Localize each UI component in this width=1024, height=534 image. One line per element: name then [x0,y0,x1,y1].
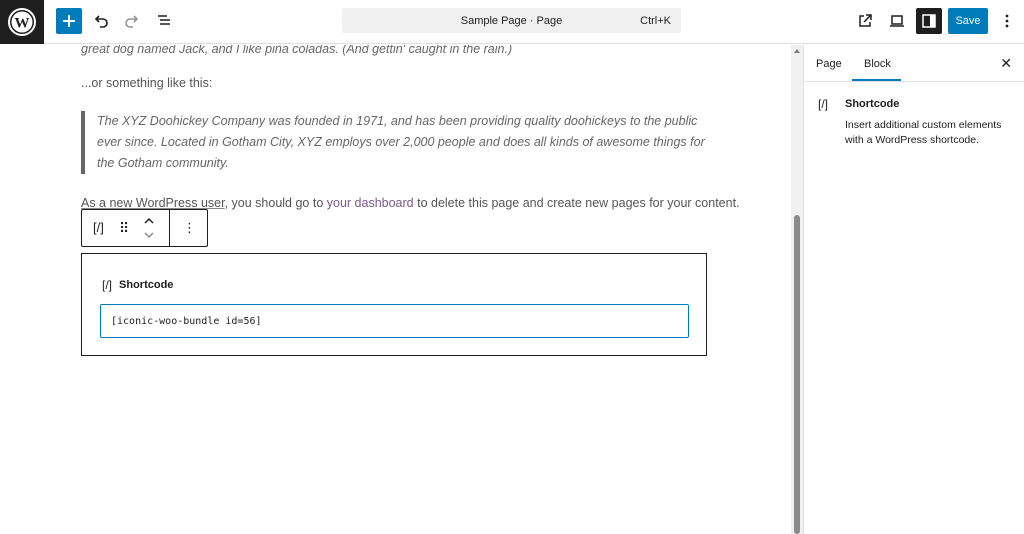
wordpress-logo-icon[interactable]: W [0,0,44,44]
editor-canvas[interactable]: great dog named Jack, and I like piña co… [0,45,791,534]
close-icon[interactable]: ✕ [1000,55,1012,72]
block-options-icon[interactable]: ⋮ [183,220,196,236]
settings-panel-icon [922,14,936,28]
redo-button[interactable] [119,8,145,34]
drag-handle-icon[interactable]: ⠿ [119,220,129,237]
paragraph-suffix: to delete this page and create new pages… [413,196,740,210]
quote-text: The XYZ Doohickey Company was founded in… [97,114,705,170]
canvas-scrollbar[interactable] [791,45,803,534]
block-card-title: Shortcode [845,98,900,110]
shortcode-icon[interactable]: [/] [93,220,104,235]
save-button[interactable]: Save [948,8,988,34]
document-title: Sample Page · Page [460,15,563,27]
shortcode-icon: [/] [102,278,113,292]
block-card-description: Insert additional custom elements with a… [845,119,1002,146]
shortcode-input[interactable] [100,304,689,338]
redo-icon [125,15,139,28]
document-bar[interactable]: Sample Page · Page Ctrl+K [342,8,681,33]
dashboard-link[interactable]: your dashboard [327,196,414,210]
block-toolbar: [/] ⠿ ⋮ [81,209,208,247]
chevron-up-icon[interactable] [142,215,156,227]
paragraph-block-cut[interactable]: great dog named Jack, and I like piña co… [81,45,512,59]
options-button[interactable] [994,8,1020,34]
quote-block[interactable]: The XYZ Doohickey Company was founded in… [81,111,711,174]
sidebar-tabs: Page Block ✕ [804,45,1024,82]
move-buttons [142,215,156,241]
scroll-thumb[interactable] [794,215,800,534]
settings-toggle-button[interactable] [916,8,942,34]
shortcode-icon: [/] [818,97,829,111]
paragraph-prefix: As a new WordPress user [81,196,225,210]
chevron-down-icon[interactable] [142,229,156,241]
shortcode-block[interactable]: [/] Shortcode [81,253,707,356]
more-vertical-icon [1005,14,1009,28]
tab-page[interactable]: Page [816,58,842,70]
view-page-button[interactable] [852,8,878,34]
list-view-icon [158,15,170,25]
tab-block[interactable]: Block [864,58,891,70]
toolbar-divider [169,210,170,246]
undo-button[interactable] [88,8,114,34]
device-preview-icon [890,15,904,27]
plus-icon [63,15,75,27]
svg-text:W: W [15,16,30,32]
list-view-button[interactable] [151,8,177,34]
add-block-button[interactable] [56,8,82,34]
command-shortcut: Ctrl+K [640,15,671,27]
undo-icon [94,15,108,28]
editor-header: W Sample Page · Page Ctrl+K Save [0,0,1024,44]
active-tab-indicator [852,79,901,81]
paragraph-mid: , you should go to [224,196,327,210]
scroll-up-arrow-icon[interactable] [794,49,800,53]
settings-sidebar: Page Block ✕ [/] Shortcode Insert additi… [804,45,1024,534]
external-link-icon [859,14,872,27]
shortcode-block-label: [/] Shortcode [102,278,173,292]
preview-button[interactable] [884,8,910,34]
paragraph-block-or[interactable]: ...or something like this: [81,73,212,93]
shortcode-label-text: Shortcode [119,279,174,291]
